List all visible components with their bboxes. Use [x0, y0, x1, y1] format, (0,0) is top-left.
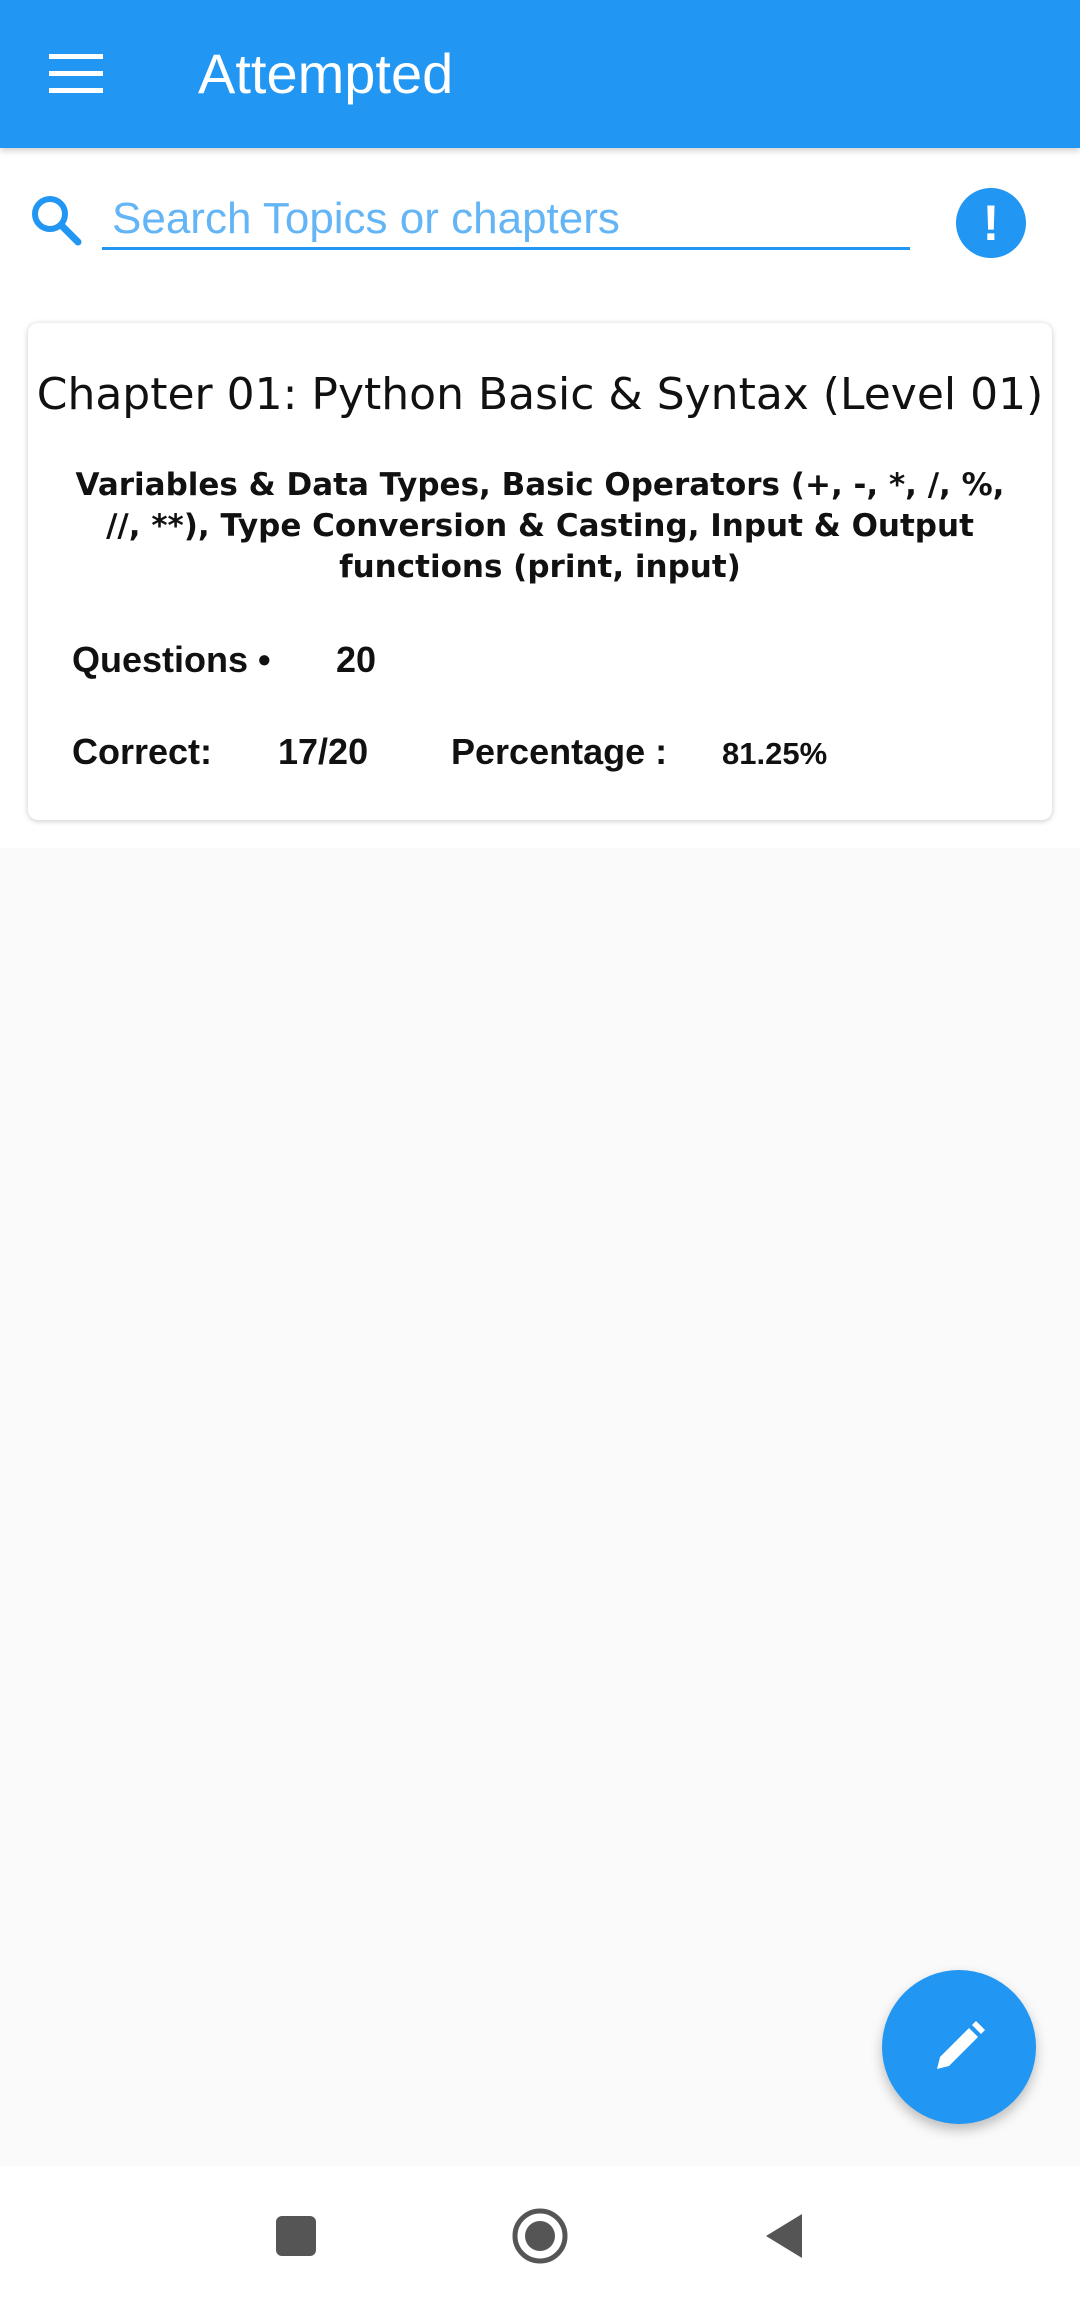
- chapter-title: Chapter 01: Python Basic & Syntax (Level…: [36, 369, 1044, 420]
- menu-icon: [49, 54, 103, 93]
- search-input[interactable]: [102, 190, 910, 250]
- chapter-description: Variables & Data Types, Basic Operators …: [75, 467, 1005, 585]
- page-title: Attempted: [198, 42, 454, 105]
- search-icon: [32, 196, 82, 246]
- home-button[interactable]: [500, 2196, 580, 2276]
- recents-button[interactable]: [256, 2196, 336, 2276]
- info-button[interactable]: !: [956, 188, 1026, 258]
- percentage-value: 81.25%: [722, 736, 828, 771]
- correct-value: 17/20: [278, 731, 369, 772]
- questions-label: Questions •: [72, 639, 271, 680]
- chapter-card[interactable]: Chapter 01: Python Basic & Syntax (Level…: [28, 323, 1052, 820]
- pencil-icon: [937, 2021, 985, 2069]
- back-button[interactable]: [744, 2196, 824, 2276]
- system-nav-bar: [0, 2166, 1080, 2298]
- questions-count: 20: [336, 639, 377, 680]
- edit-fab-button[interactable]: [882, 1970, 1036, 2124]
- menu-button[interactable]: [36, 34, 116, 114]
- square-icon: [276, 2216, 316, 2256]
- correct-label: Correct:: [72, 731, 213, 772]
- triangle-back-icon: [766, 2214, 802, 2258]
- app-bar: Attempted: [0, 0, 1080, 148]
- circle-icon: [512, 2208, 568, 2264]
- exclamation-icon: !: [982, 195, 1000, 251]
- percentage-label: Percentage :: [451, 731, 668, 772]
